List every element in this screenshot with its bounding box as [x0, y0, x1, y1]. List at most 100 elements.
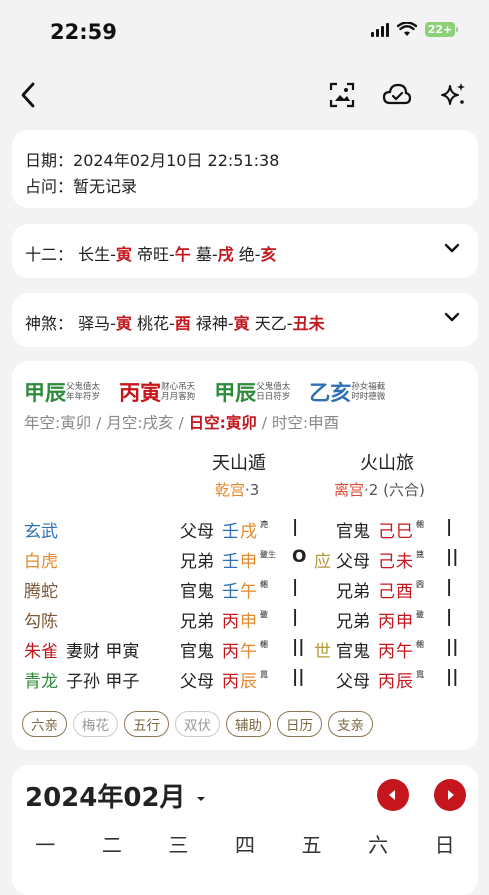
- left-stem: 壬: [222, 582, 239, 602]
- arrow-right-icon: [448, 790, 454, 800]
- left-branch: 辰: [240, 672, 257, 692]
- right-yao-symbol: ||: [446, 547, 459, 567]
- shensha-row: 神煞： 驿马-寅 桃花-酉 禄神-寅 天乙-丑未: [25, 310, 325, 334]
- six-spirit: 白虎: [24, 552, 58, 572]
- left-yao-symbol: |: [292, 577, 299, 597]
- option-chip[interactable]: 日历: [277, 711, 322, 737]
- left-yao-symbol: ||: [292, 667, 305, 687]
- status-icons: 22+: [371, 22, 458, 37]
- right-yao-symbol: ||: [446, 667, 459, 687]
- changed-hexagram-name: 火山旅: [360, 453, 414, 474]
- chevron-down-icon[interactable]: [444, 242, 460, 254]
- calendar-card: 2024年02月 一 二 三 四 五 六 日: [12, 765, 478, 895]
- shensha-item: 禄神-寅: [195, 314, 250, 333]
- right-branch: 申: [396, 612, 413, 632]
- six-spirit: 玄武: [24, 522, 58, 542]
- left-stem: 丙: [222, 672, 239, 692]
- option-chip[interactable]: 五行: [124, 711, 169, 737]
- right-stem: 己: [378, 582, 395, 602]
- main-hexagram-name: 天山遁: [212, 453, 266, 474]
- day-pillar: 甲辰: [214, 381, 257, 405]
- ask-row: 占问：暂无记录: [25, 173, 137, 197]
- twelve-label: 十二：: [25, 245, 74, 264]
- left-relative: 官鬼: [180, 642, 214, 662]
- left-branch: 午: [240, 642, 257, 662]
- weekday-header: 一 二 三 四 五 六 日: [12, 829, 478, 858]
- twelve-item: 墓-戌: [195, 245, 234, 264]
- right-relative: 父母: [336, 552, 370, 572]
- left-yao-symbol: |: [292, 607, 299, 627]
- cloud-check-icon[interactable]: [382, 80, 412, 110]
- left-branch: 申: [240, 552, 257, 572]
- weekday: 三: [168, 833, 189, 857]
- right-yao-symbol: |: [446, 517, 453, 537]
- twelve-stages-card[interactable]: 十二： 长生-寅 帝旺-午 墓-戌 绝-亥: [12, 224, 478, 278]
- left-stem: 壬: [222, 552, 239, 572]
- yao-line-row: 玄武 父母壬戌冲克 | 官鬼己巳休相 |: [24, 517, 453, 542]
- left-stem: 丙: [222, 642, 239, 662]
- right-stem: 己: [378, 552, 395, 572]
- sparkle-icon[interactable]: [438, 80, 468, 110]
- yao-line-row: 腾蛇 官鬼壬午休相 | 兄弟己酉合囚 |: [24, 577, 453, 602]
- left-relative: 兄弟: [180, 552, 214, 572]
- left-stem: 丙: [222, 612, 239, 632]
- date-row: 日期：2024年02月10日 22:51:38: [25, 147, 279, 171]
- six-spirit: 腾蛇: [24, 582, 58, 602]
- back-arrow-icon[interactable]: [16, 80, 42, 110]
- left-yao-symbol: O: [292, 547, 307, 567]
- left-yao-symbol: |: [292, 517, 299, 537]
- void-branches: 年空:寅卯 / 月空:戌亥 / 日空:寅卯 / 时空:申酉: [24, 414, 340, 432]
- right-relative: 官鬼: [336, 522, 370, 542]
- next-month-button[interactable]: [434, 779, 466, 811]
- option-chip[interactable]: 梅花: [73, 711, 118, 737]
- hidden-spirit: 子孙 甲子: [66, 672, 140, 692]
- left-relative: 兄弟: [180, 612, 214, 632]
- hidden-spirit: 妻财 甲寅: [66, 642, 140, 662]
- six-spirit: 朱雀: [24, 642, 58, 662]
- twelve-stages-row: 十二： 长生-寅 帝旺-午 墓-戌 绝-亥: [25, 241, 277, 265]
- yao-line-row: 勾陈 兄弟丙申生破 | 兄弟丙申生破 |: [24, 607, 453, 632]
- weekday: 日: [434, 833, 455, 857]
- right-branch: 辰: [396, 672, 413, 692]
- right-relative: 兄弟: [336, 612, 370, 632]
- battery-icon: 22+: [425, 22, 458, 37]
- option-chip[interactable]: 六亲: [22, 711, 67, 737]
- shensha-item: 天乙-丑未: [254, 314, 325, 333]
- weekday: 五: [301, 833, 322, 857]
- yao-line-row: 朱雀 妻财 甲寅 官鬼丙午休相 || 世官鬼丙午休相 ||: [24, 637, 459, 662]
- year-pillar: 甲辰: [24, 381, 66, 405]
- chevron-down-icon[interactable]: [444, 311, 460, 323]
- right-branch: 巳: [396, 522, 413, 542]
- right-stem: 丙: [378, 642, 395, 662]
- shensha-label: 神煞：: [25, 314, 74, 333]
- left-relative: 官鬼: [180, 582, 214, 602]
- twelve-item: 帝旺-午: [137, 245, 191, 264]
- date-value: 2024年02月10日 22:51:38: [73, 151, 280, 170]
- right-yao-symbol: |: [446, 607, 453, 627]
- right-relative: 兄弟: [336, 582, 370, 602]
- date-label: 日期：: [25, 151, 74, 170]
- six-spirit: 青龙: [24, 672, 58, 692]
- day-pillar-gods: 父鬼值太 日日符岁: [256, 382, 291, 402]
- calendar-month-selector[interactable]: 2024年02月: [25, 777, 207, 814]
- left-stem: 壬: [222, 522, 239, 542]
- shi-ying-mark: 世: [314, 642, 331, 662]
- right-stem: 己: [378, 522, 395, 542]
- left-branch: 戌: [240, 522, 257, 542]
- option-chip[interactable]: 支亲: [328, 711, 373, 737]
- option-chip[interactable]: 双伏: [175, 711, 220, 737]
- twelve-item: 长生-寅: [78, 245, 132, 264]
- screenshot-icon[interactable]: [327, 80, 357, 110]
- prev-month-button[interactable]: [377, 779, 409, 811]
- status-time: 22:59: [50, 20, 117, 44]
- right-yao-symbol: ||: [446, 637, 459, 657]
- left-relative: 父母: [180, 672, 214, 692]
- shensha-card[interactable]: 神煞： 驿马-寅 桃花-酉 禄神-寅 天乙-丑未: [12, 293, 478, 347]
- arrow-left-icon: [389, 790, 395, 800]
- right-stem: 丙: [378, 612, 395, 632]
- signal-icon: [371, 22, 389, 37]
- left-relative: 父母: [180, 522, 214, 542]
- hour-pillar-gods: 孙女福截 时时德微: [351, 382, 386, 402]
- status-bar: 22:59 22+: [0, 0, 489, 62]
- option-chip[interactable]: 辅助: [226, 711, 271, 737]
